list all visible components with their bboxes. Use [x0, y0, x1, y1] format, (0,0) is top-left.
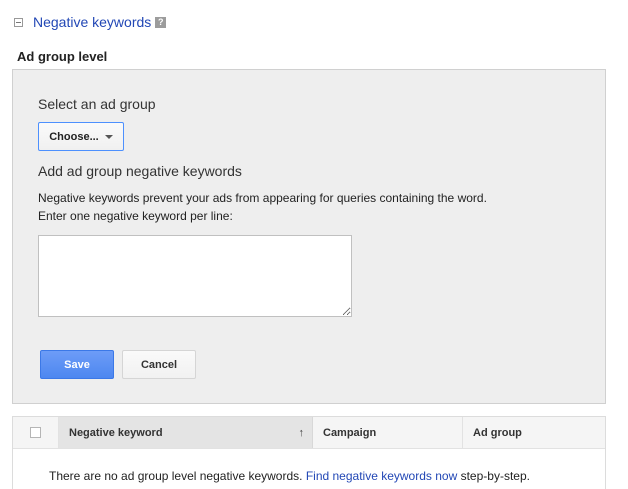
select-all-checkbox[interactable]	[30, 427, 41, 438]
ad-group-dropdown-label: Choose...	[49, 130, 99, 143]
empty-state-suffix: step-by-step.	[460, 469, 530, 483]
empty-state-message: There are no ad group level negative key…	[49, 469, 530, 483]
column-header-campaign[interactable]: Campaign	[313, 417, 463, 448]
dropdown-caret-icon	[104, 134, 113, 139]
column-label-negative-keyword: Negative keyword	[69, 426, 163, 439]
section-title-link[interactable]: Negative keywords	[33, 14, 151, 30]
level-title: Ad group level	[17, 49, 108, 64]
add-negative-keywords-panel: Select an ad group Choose... Add ad grou…	[12, 69, 606, 404]
column-label-ad-group: Ad group	[473, 426, 522, 439]
negative-keywords-textarea[interactable]	[38, 235, 352, 317]
find-negative-keywords-link[interactable]: Find negative keywords now	[306, 469, 457, 483]
instructions-line-2: Enter one negative keyword per line:	[38, 209, 233, 223]
column-header-ad-group[interactable]: Ad group	[463, 417, 605, 448]
help-icon[interactable]: ?	[155, 16, 167, 28]
negative-keywords-table: Negative keyword ↑ Campaign Ad group The…	[12, 416, 606, 489]
ad-group-dropdown[interactable]: Choose...	[38, 122, 124, 151]
column-header-negative-keyword[interactable]: Negative keyword ↑	[59, 417, 313, 448]
instructions: Negative keywords prevent your ads from …	[38, 189, 578, 225]
empty-state-text: There are no ad group level negative key…	[49, 469, 303, 483]
select-ad-group-label: Select an ad group	[38, 96, 156, 112]
sort-up-icon: ↑	[298, 426, 305, 439]
section-header: Negative keywords ?	[14, 13, 167, 31]
add-negative-keywords-label: Add ad group negative keywords	[38, 163, 242, 179]
instructions-line-1: Negative keywords prevent your ads from …	[38, 191, 487, 205]
table-header: Negative keyword ↑ Campaign Ad group	[13, 417, 605, 449]
column-label-campaign: Campaign	[323, 426, 377, 439]
cancel-button[interactable]: Cancel	[122, 350, 196, 379]
save-button[interactable]: Save	[40, 350, 114, 379]
collapse-icon[interactable]	[14, 17, 23, 27]
select-all-cell	[13, 417, 59, 448]
